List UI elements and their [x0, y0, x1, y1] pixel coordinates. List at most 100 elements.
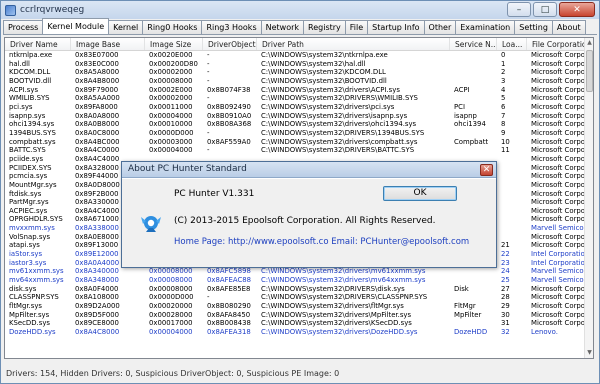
tab-file[interactable]: File [344, 20, 369, 34]
vertical-scrollbar[interactable]: ▲ ▼ [584, 38, 593, 358]
table-row[interactable]: hal.dll 0x83E0C000 0x000200D80- C:\WINDOWS\… [5, 60, 585, 69]
table-cell: 0x8B08A368 [207, 120, 252, 129]
table-cell: Intel Corporation [531, 250, 585, 259]
table-cell: Microsoft Corporation [531, 172, 585, 181]
table-row[interactable]: fltMgr.sys 0x89D2A000 0x00020000 0x8B080290… [5, 302, 585, 311]
table-cell: 7 [501, 111, 506, 120]
table-cell: isapnp.sys [9, 111, 46, 120]
table-row[interactable]: MpFilter.sys 0x89D5F000 0x00028000 0x8AFA84… [5, 311, 585, 320]
table-row[interactable]: ohci1394.sys 0x8A0B8000 0x00010000 0x8B08A3… [5, 120, 585, 129]
table-cell: Marvell Semiconduct... [531, 267, 585, 276]
table-cell: - [207, 59, 210, 68]
table-cell: 28 [501, 293, 510, 302]
column-header-driver-path[interactable]: Driver Path [257, 38, 450, 50]
table-cell: Microsoft Corporation [531, 319, 585, 328]
tab-other[interactable]: Other [423, 20, 457, 34]
table-cell: DozeHDD.sys [9, 328, 56, 336]
table-cell [450, 146, 497, 155]
table-cell: C:\WINDOWS\system32\DRIVERS\CLASSPNP.SYS [261, 293, 428, 302]
table-row[interactable]: mv61xxmm.sys 0x8A340000 0x00008000 0x8AFC58… [5, 267, 585, 276]
table-cell: 0x8A340000 [75, 267, 119, 276]
scroll-thumb[interactable] [586, 50, 593, 92]
table-cell: Microsoft Corporation [531, 120, 585, 129]
table-cell: 0x00017000 [149, 319, 193, 328]
tab-kernel[interactable]: Kernel [108, 20, 144, 34]
about-dialog-close-button[interactable]: ✕ [480, 164, 493, 176]
table-cell: 10 [501, 137, 510, 146]
table-row[interactable]: 1394BUS.SYS 0x8A0C8000 0x0000D000 - C:\WINDO… [5, 129, 585, 138]
table-cell: Microsoft Corporation [531, 180, 585, 189]
minimize-button[interactable]: – [507, 2, 531, 17]
table-cell: hal.dll [9, 59, 30, 68]
table-row[interactable]: pci.sys 0x89FA8000 0x00011000 0x8B092490 C:\… [5, 103, 585, 112]
table-cell: C:\WINDOWS\system32\drivers\MpFilter.sys [261, 310, 412, 319]
column-header-image-base[interactable]: Image Base [71, 38, 145, 50]
table-cell: Microsoft Corporation [531, 59, 585, 68]
table-row[interactable]: compbatt.sys 0x8A4BC000 0x00003000 0x8AF559… [5, 138, 585, 147]
table-cell: MpFilter.sys [9, 310, 50, 319]
table-cell [450, 60, 497, 69]
table-cell: Microsoft Corporation [531, 94, 585, 103]
ok-button[interactable]: OK [383, 186, 457, 201]
tab-kernel-module[interactable]: Kernel Module [42, 18, 110, 34]
table-cell: 0x8AFEAC88 [207, 276, 252, 285]
column-header-image-size[interactable]: Image Size [145, 38, 203, 50]
about-home-page-link[interactable]: Home Page: http://www.epoolsoft.co Email… [174, 237, 469, 247]
table-row[interactable]: disk.sys 0x8A0F4000 0x00008000 0x8AFE85E8 C:… [5, 285, 585, 294]
column-header-load-order[interactable]: Loa... [497, 38, 527, 50]
column-header-driver-name[interactable]: Driver Name [5, 38, 71, 50]
table-row[interactable]: DozeHDD.sys 0x8A4C8000 0x00004000 0x8AFEA31… [5, 328, 585, 337]
table-row[interactable]: isapnp.sys 0x8A0A8000 0x00004000 0x8B0910A0… [5, 112, 585, 121]
tab-network[interactable]: Network [260, 20, 305, 34]
tab-ring3-hooks[interactable]: Ring3 Hooks [201, 20, 262, 34]
tab-setting[interactable]: Setting [514, 20, 553, 34]
table-cell: 22 [501, 250, 510, 259]
table-cell: Microsoft Corporation [531, 146, 585, 155]
table-cell: mv61xxmm.sys [9, 267, 64, 276]
tab-process[interactable]: Process [3, 20, 44, 34]
table-row[interactable]: mv64xxmm.sys 0x8A348000 0x00008000 0x8AFEAC… [5, 276, 585, 285]
table-cell: - [207, 94, 210, 103]
table-row[interactable]: KSecDD.sys 0x89CE8000 0x00017000 0x8B008438… [5, 319, 585, 328]
table-row[interactable]: KDCOM.DLL 0x8A5A8000 0x00002000 - C:\WINDOWS… [5, 68, 585, 77]
tab-examination[interactable]: Examination [455, 20, 516, 34]
maximize-button[interactable]: □ [533, 2, 557, 17]
table-cell: iastor3.sys [9, 258, 47, 267]
table-cell: Microsoft Corporation [531, 137, 585, 146]
tab-startup-info[interactable]: Startup Info [367, 20, 425, 34]
table-cell [497, 164, 527, 173]
table-cell: 0 [501, 51, 506, 59]
table-cell: C:\WINDOWS\system32\BOOTVID.dll [261, 76, 387, 85]
column-header-service-name[interactable]: Service N... [450, 38, 497, 50]
title-bar[interactable]: ccrlrqvrweqeg – □ ✕ [1, 1, 599, 19]
column-header-driver-object[interactable]: DriverObject [203, 38, 257, 50]
table-cell: Microsoft Corporation [531, 85, 585, 94]
table-row[interactable]: WMILIB.SYS 0x8A5AA000 0x00002000 - C:\WINDOW… [5, 94, 585, 103]
scroll-down-arrow-icon[interactable]: ▼ [585, 348, 593, 358]
table-cell [450, 51, 497, 60]
table-cell: 0x8B080290 [207, 302, 251, 311]
table-row[interactable]: ACPI.sys 0x89F79000 0x0002E000 0x8B074F38 C:… [5, 86, 585, 95]
close-button[interactable]: ✕ [559, 2, 595, 17]
tab-registry[interactable]: Registry [303, 20, 346, 34]
table-row[interactable]: CLASSPNP.SYS 0x8A108000 0x0000D000 - C:\WIND… [5, 293, 585, 302]
table-cell: 0x0000D000 [149, 293, 194, 302]
table-cell [497, 190, 527, 199]
table-row[interactable]: BATTC.SYS 0x8A4C0000 0x00004000 - C:\WINDOWS… [5, 146, 585, 155]
table-cell: 0x8A4C8000 [75, 328, 120, 336]
table-cell: 0x00008000 [149, 276, 193, 285]
tab-ring0-hooks[interactable]: Ring0 Hooks [142, 20, 203, 34]
column-header-file-corporation[interactable]: File Corporation [527, 38, 585, 50]
table-row[interactable]: BOOTVID.dll 0x8A4B8000 0x00008000 - C:\WINDO… [5, 77, 585, 86]
table-cell [450, 77, 497, 86]
about-dialog-titlebar[interactable]: About PC Hunter Standard ✕ [122, 162, 496, 178]
table-row[interactable]: ntkrnlpa.exe 0x83E07000 0x0020E000 - C:\WIND… [5, 51, 585, 60]
window-title: ccrlrqvrweqeg [20, 5, 85, 15]
table-cell: Microsoft Corporation [531, 310, 585, 319]
table-cell: ACPIEC.sys [9, 206, 48, 215]
tab-about[interactable]: About [551, 20, 586, 34]
table-cell: 23 [501, 258, 510, 267]
scroll-up-arrow-icon[interactable]: ▲ [585, 38, 593, 48]
table-cell: 1 [501, 59, 506, 68]
table-cell: C:\WINDOWS\system32\drivers\DozeHDD.sys [261, 328, 418, 336]
